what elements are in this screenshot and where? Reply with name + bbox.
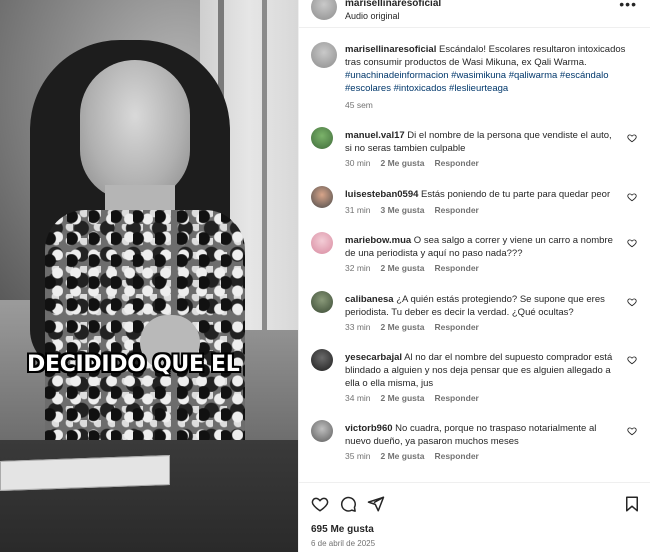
reply-button[interactable]: Responder	[434, 263, 478, 273]
comment-meta: 35 min 2 Me gusta Responder	[345, 451, 489, 461]
comment-time: 30 min	[345, 158, 371, 168]
reply-button[interactable]: Responder	[434, 158, 478, 168]
share-icon[interactable]	[367, 495, 385, 513]
comment-likes[interactable]: 3 Me gusta	[381, 205, 425, 215]
comment-likes[interactable]: 2 Me gusta	[381, 451, 425, 461]
commenter-avatar[interactable]	[311, 127, 333, 149]
comment-text: manuel.val17 Di el nombre de la persona …	[345, 129, 615, 155]
author-avatar[interactable]	[311, 0, 337, 20]
heart-icon[interactable]	[627, 192, 637, 202]
video-papers	[0, 455, 170, 491]
comment-username[interactable]: manuel.val17	[345, 130, 405, 141]
comment-text: yesecarbajal Al no dar el nombre del sup…	[345, 351, 615, 390]
comment-username[interactable]: yesecarbajal	[345, 352, 402, 363]
heart-icon[interactable]	[627, 238, 637, 248]
comment-icon[interactable]	[339, 495, 357, 513]
caption-avatar[interactable]	[311, 42, 337, 68]
heart-icon[interactable]	[627, 355, 637, 365]
post-date: 6 de abril de 2025	[311, 539, 376, 548]
comment-time: 33 min	[345, 322, 371, 332]
reply-button[interactable]: Responder	[434, 451, 478, 461]
comment-likes[interactable]: 2 Me gusta	[381, 322, 425, 332]
video-caption-overlay: DECIDIDO QUE EL	[27, 352, 240, 377]
comment-likes[interactable]: 2 Me gusta	[381, 263, 425, 273]
post-header: marisellinaresoficial Audio original •••	[299, 0, 650, 28]
commenter-avatar[interactable]	[311, 232, 333, 254]
comment-text: mariebow.mua O sea salgo a correr y vien…	[345, 234, 615, 260]
comment-meta: 30 min 2 Me gusta Responder	[345, 158, 489, 168]
video-person-face	[80, 60, 190, 200]
comment-username[interactable]: calibanesa	[345, 294, 394, 305]
comment-time: 34 min	[345, 393, 371, 403]
action-bar	[311, 495, 641, 515]
comment-username[interactable]: mariebow.mua	[345, 235, 411, 246]
comment-username[interactable]: luisesteban0594	[345, 189, 418, 200]
commenter-avatar[interactable]	[311, 186, 333, 208]
reply-button[interactable]: Responder	[434, 393, 478, 403]
author-username[interactable]: marisellinaresoficial	[345, 0, 441, 9]
more-icon[interactable]: •••	[619, 0, 637, 12]
reply-button[interactable]: Responder	[434, 205, 478, 215]
post-footer: 695 Me gusta 6 de abril de 2025	[299, 482, 650, 552]
comment-username[interactable]: victorb960	[345, 423, 393, 434]
comment-meta: 33 min 2 Me gusta Responder	[345, 322, 489, 332]
heart-icon[interactable]	[627, 133, 637, 143]
comment-time: 32 min	[345, 263, 371, 273]
caption-hashtags[interactable]: #unachinadeinformacion #wasimikuna #qali…	[345, 70, 609, 94]
comment-meta: 34 min 2 Me gusta Responder	[345, 393, 489, 403]
heart-icon[interactable]	[311, 495, 329, 513]
comment-body: Estás poniendo de tu parte para quedar p…	[418, 189, 611, 200]
likes-count[interactable]: 695 Me gusta	[311, 524, 374, 535]
bookmark-icon[interactable]	[623, 495, 641, 513]
comment-time: 35 min	[345, 451, 371, 461]
comment-likes[interactable]: 2 Me gusta	[381, 158, 425, 168]
reply-button[interactable]: Responder	[434, 322, 478, 332]
caption-time: 45 sem	[345, 100, 373, 110]
video-player[interactable]: DECIDIDO QUE EL	[0, 0, 298, 552]
post-side-panel: marisellinaresoficial Audio original •••…	[298, 0, 650, 552]
audio-label[interactable]: Audio original	[345, 11, 400, 21]
commenter-avatar[interactable]	[311, 291, 333, 313]
commenter-avatar[interactable]	[311, 420, 333, 442]
heart-icon[interactable]	[627, 426, 637, 436]
comment-meta: 32 min 2 Me gusta Responder	[345, 263, 489, 273]
comment-meta: 31 min 3 Me gusta Responder	[345, 205, 489, 215]
comment-text: calibanesa ¿A quién estás protegiendo? S…	[345, 293, 615, 319]
heart-icon[interactable]	[627, 297, 637, 307]
comment-time: 31 min	[345, 205, 371, 215]
caption-text: marisellinaresoficial Escándalo! Escolar…	[345, 43, 635, 95]
comment-text: luisesteban0594 Estás poniendo de tu par…	[345, 188, 615, 201]
comment-likes[interactable]: 2 Me gusta	[381, 393, 425, 403]
commenter-avatar[interactable]	[311, 349, 333, 371]
comment-text: victorb960 No cuadra, porque no traspaso…	[345, 422, 615, 448]
caption-username[interactable]: marisellinaresoficial	[345, 44, 436, 55]
